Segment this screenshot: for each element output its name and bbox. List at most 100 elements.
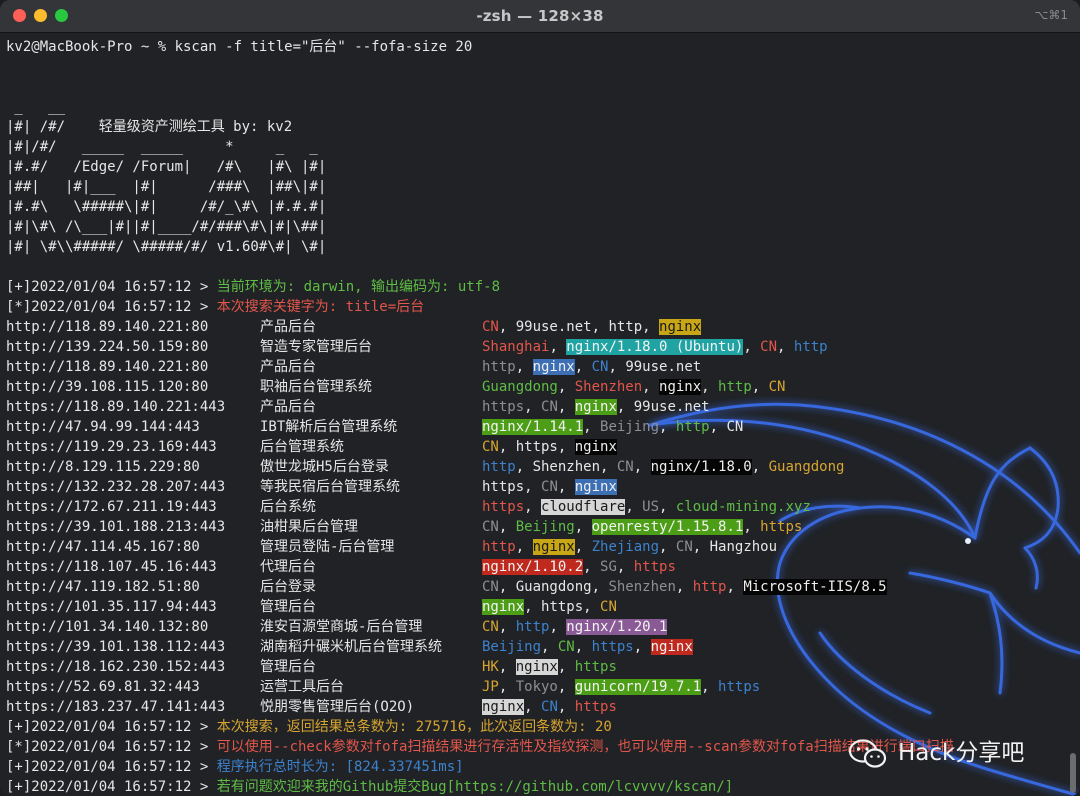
result-tags: http, Shenzhen, CN, nginx/1.18.0, Guangd…: [482, 457, 844, 477]
log-message: 当前环境为: darwin, 输出编码为: utf-8: [216, 279, 501, 295]
banner-text: _ __: [6, 99, 66, 115]
banner-line: |#|/#/ _____ _____ * _ _: [6, 137, 1080, 157]
result-row: https://118.89.140.221:443 产品后台 https, CN,…: [6, 397, 1080, 417]
result-tag: ,: [524, 399, 542, 415]
tab-shortcut-label: ⌥⌘1: [1034, 8, 1068, 22]
result-tags: CN, Guangdong, Shenzhen, http, Microsoft…: [482, 577, 887, 597]
result-title: 产品后台: [260, 319, 316, 335]
result-tag: ,: [498, 439, 516, 455]
result-tags: nginx/1.14.1, Beijing, http, CN: [482, 417, 743, 437]
result-tag: https: [633, 559, 676, 575]
result-title: 智造专家管理后台: [260, 339, 372, 355]
result-title: 管理后台: [260, 599, 316, 615]
result-tag: CN: [541, 699, 558, 715]
result-tag: Guangdong: [482, 379, 558, 395]
fingerprint-badge: nginx/1.20.1: [566, 619, 668, 635]
result-url: http://47.114.45.167:80: [6, 539, 200, 555]
result-tag: ,: [515, 359, 533, 375]
result-tags: HK, nginx, https: [482, 657, 617, 677]
result-tag: ,: [524, 499, 542, 515]
result-url: http://101.34.140.132:80: [6, 619, 209, 635]
banner-text: |#| \#\\#####/ \#####/#/ v1.60#\#| \#|: [6, 239, 327, 255]
result-tag: ,: [616, 399, 634, 415]
title-bar[interactable]: -zsh — 128×38 ⌥⌘1: [0, 0, 1080, 33]
banner-text: |#|/#/ _____ _____ * _ _: [6, 139, 318, 155]
result-url: http://47.119.182.51:80: [6, 579, 200, 595]
result-tag: CN: [482, 519, 499, 535]
window-title: -zsh — 128×38: [476, 7, 604, 25]
log-line: [+]2022/01/04 16:57:12 > 若有问题欢迎来我的Github…: [6, 777, 1080, 796]
fingerprint-badge: nginx: [482, 699, 525, 715]
result-tags: http, nginx, CN, 99use.net: [482, 357, 701, 377]
fingerprint-badge: nginx: [659, 379, 702, 395]
command-line: kv2@MacBook-Pro ~ % kscan -f title="后台" …: [6, 37, 1080, 57]
result-tag: CN: [600, 599, 617, 615]
result-title: 悦朋零售管理后台(O2O): [260, 699, 415, 715]
result-tag: ,: [524, 599, 542, 615]
result-tags: nginx/1.10.2, SG, https: [482, 557, 676, 577]
result-tag: https: [541, 599, 584, 615]
result-tag: ,: [549, 339, 567, 355]
result-url: https://52.69.81.32:443: [6, 679, 200, 695]
banner-text: |#|\#\ /\___|#||#|____/#/###\#\|#|\##|: [6, 219, 327, 235]
fingerprint-badge: nginx: [532, 539, 575, 555]
fingerprint-badge: nginx: [574, 479, 617, 495]
result-tag: https: [760, 519, 803, 535]
watermark-text: Hack分享吧: [898, 740, 1025, 766]
result-tag: Beijing: [600, 419, 660, 435]
result-tag: ,: [557, 439, 575, 455]
result-tag: ,: [498, 579, 516, 595]
result-url: https://132.232.28.207:443: [6, 479, 226, 495]
result-tag: ,: [709, 419, 727, 435]
fingerprint-badge: openresty/1.15.8.1: [591, 519, 744, 535]
fingerprint-badge: cloudflare: [541, 499, 626, 515]
result-row: http://139.224.50.159:80 智造专家管理后台 Shanghai…: [6, 337, 1080, 357]
result-title: 产品后台: [260, 359, 316, 375]
fingerprint-badge: nginx: [650, 639, 693, 655]
result-url: https://39.101.188.213:443: [6, 519, 226, 535]
result-tag: http: [692, 579, 727, 595]
fingerprint-badge: gunicorn/19.7.1: [574, 679, 702, 695]
result-title: 湖南稻升碾米机后台管理系统: [260, 639, 442, 655]
result-url: http://139.224.50.159:80: [6, 339, 209, 355]
result-title: 运营工具后台: [260, 679, 344, 695]
fingerprint-badge: nginx: [574, 439, 617, 455]
result-row: https://39.101.188.213:443 油柑果后台管理 CN, Bei…: [6, 517, 1080, 537]
result-tag: https: [574, 699, 617, 715]
result-title: 代理后台: [260, 559, 316, 575]
result-tag: http: [482, 539, 516, 555]
result-tag: http: [482, 359, 516, 375]
fingerprint-badge: nginx: [515, 659, 558, 675]
result-row: http://8.129.115.229:80 傲世龙城H5后台登录 http, S…: [6, 457, 1080, 477]
result-url: https://39.101.138.112:443: [6, 639, 226, 655]
result-title: 后台系统: [260, 499, 316, 515]
banner-text: |#| /#/ 轻量级资产测绘工具 by: kv2: [6, 119, 293, 135]
result-tag: 99use.net: [633, 399, 710, 415]
terminal-area[interactable]: kv2@MacBook-Pro ~ % kscan -f title="后台" …: [0, 33, 1080, 796]
log-message: 可以使用--check参数对fofa扫描结果进行存活性及指纹探测，也可以使用--…: [216, 739, 954, 755]
result-tag: ,: [574, 359, 592, 375]
result-tag: ,: [557, 479, 575, 495]
result-url: https://172.67.211.19:443: [6, 499, 217, 515]
result-tags: https, CN, nginx: [482, 477, 617, 497]
scrollbar-thumb[interactable]: [1070, 753, 1076, 793]
result-tag: ,: [701, 679, 719, 695]
result-tag: Tokyo: [515, 679, 558, 695]
result-tag: ,: [692, 539, 710, 555]
result-row: http://118.89.140.221:80 产品后台 http, nginx,…: [6, 357, 1080, 377]
log-prefix: [+]2022/01/04 16:57:12 >: [6, 279, 217, 295]
result-tags: https, CN, nginx, 99use.net: [482, 397, 710, 417]
result-tags: Guangdong, Shenzhen, nginx, http, CN: [482, 377, 785, 397]
result-url: https://118.107.45.16:443: [6, 559, 217, 575]
result-tag: 99use.net: [515, 319, 592, 335]
result-tag: ,: [574, 519, 592, 535]
result-tag: http: [482, 459, 516, 475]
result-tag: ,: [574, 539, 592, 555]
result-tag: ,: [659, 419, 676, 435]
result-tag: Shenzhen: [608, 579, 676, 595]
result-tag: CN: [541, 399, 558, 415]
result-url: http://118.89.140.221:80: [6, 319, 209, 335]
result-title: 傲世龙城H5后台登录: [260, 459, 389, 475]
result-tag: HK: [482, 659, 499, 675]
result-tag: https: [482, 479, 525, 495]
